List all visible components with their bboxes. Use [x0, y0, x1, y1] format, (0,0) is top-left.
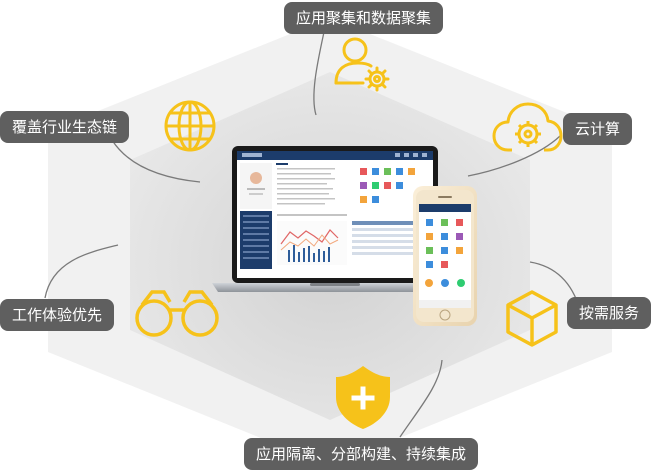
globe-icon — [164, 100, 216, 152]
label-industry-ecosystem: 覆盖行业生态链 — [0, 111, 130, 143]
label-on-demand-service: 按需服务 — [567, 297, 652, 329]
label-work-experience-first: 工作体验优先 — [0, 299, 115, 331]
screen-header — [237, 151, 433, 160]
phone-mockup — [413, 186, 477, 326]
label-cloud-computing: 云计算 — [563, 113, 633, 145]
label-app-isolation-ci: 应用隔离、分部构建、持续集成 — [244, 438, 479, 470]
diagram-canvas — [44, 18, 612, 466]
label-app-data-aggregation: 应用聚集和数据聚集 — [284, 2, 444, 34]
